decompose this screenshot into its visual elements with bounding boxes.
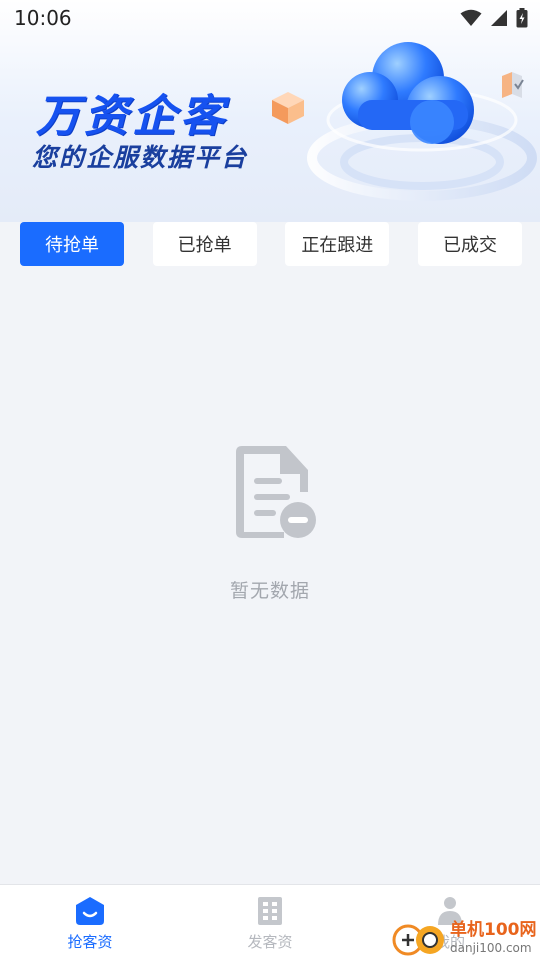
cloud-illustration bbox=[307, 42, 537, 201]
empty-state-text: 暂无数据 bbox=[229, 580, 310, 602]
document-remove-icon bbox=[236, 446, 316, 538]
top-banner: 10:06 万资企客 您的企服数据平台 bbox=[0, 0, 540, 222]
status-bar: 10:06 bbox=[0, 0, 540, 36]
nav-label-publish-leads: 发客资 bbox=[247, 932, 293, 951]
building-icon bbox=[258, 896, 282, 925]
watermark-text: 单机100网 danji100.com bbox=[450, 920, 537, 955]
empty-state: 暂无数据 bbox=[0, 440, 540, 603]
watermark: 单机100网 danji100.com bbox=[392, 916, 540, 960]
watermark-url: danji100.com bbox=[450, 941, 532, 955]
cube-icon bbox=[272, 92, 304, 124]
watermark-logo bbox=[392, 924, 444, 956]
watermark-name: 单机100网 bbox=[450, 920, 537, 940]
order-status-tabs: 待抢单 已抢单 正在跟进 已成交 bbox=[20, 222, 522, 266]
status-time: 10:06 bbox=[14, 6, 72, 30]
battery-icon bbox=[516, 8, 528, 28]
tab-pending[interactable]: 待抢单 bbox=[20, 222, 124, 266]
brand-subtitle: 您的企服数据平台 bbox=[32, 143, 249, 172]
nav-grab-leads[interactable]: 抢客资 bbox=[0, 885, 180, 960]
status-icons bbox=[460, 8, 528, 28]
tab-closed[interactable]: 已成交 bbox=[417, 222, 522, 266]
nav-publish-leads[interactable]: 发客资 bbox=[180, 885, 360, 960]
brand-title: 万资企客 bbox=[36, 91, 228, 142]
home-icon bbox=[76, 896, 104, 925]
screen: 10:06 万资企客 您的企服数据平台 待抢单 已抢单 正在跟进 已成交 暂无数… bbox=[0, 0, 540, 960]
wifi-icon bbox=[460, 9, 482, 26]
signal-icon bbox=[491, 10, 507, 26]
tab-grabbed[interactable]: 已抢单 bbox=[152, 222, 257, 266]
nav-label-grab-leads: 抢客资 bbox=[67, 932, 113, 951]
tab-following[interactable]: 正在跟进 bbox=[285, 222, 390, 266]
folder-icon bbox=[502, 72, 524, 98]
